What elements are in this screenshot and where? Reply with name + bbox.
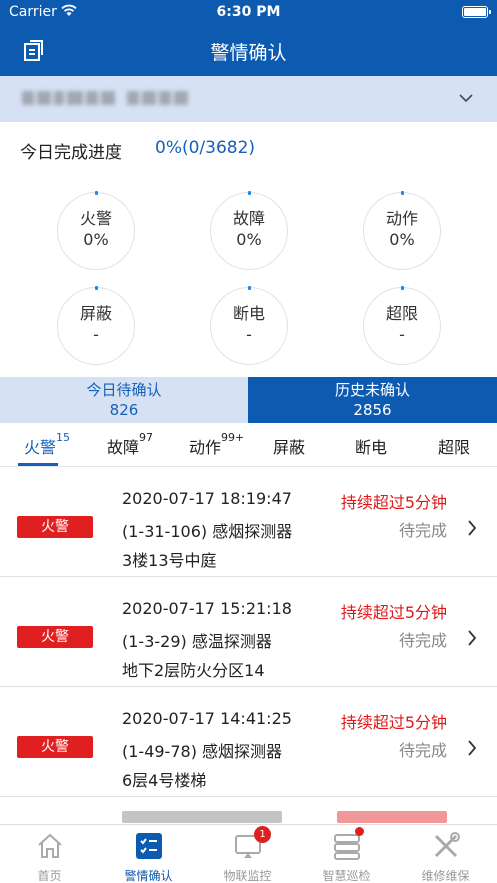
- tab-maintenance[interactable]: 维修维保: [396, 825, 495, 883]
- tab-action[interactable]: 动作99+: [189, 431, 245, 458]
- stat-value: 0%: [83, 230, 109, 249]
- stat-shield[interactable]: 屏蔽 -: [57, 286, 135, 365]
- alarm-item[interactable]: 火警 2020-07-17 14:41:25 (1-49-78) 感烟探测器 6…: [0, 687, 497, 797]
- stat-label: 火警: [79, 209, 112, 228]
- tab-home[interactable]: 首页: [0, 825, 99, 883]
- alarm-overdue: 持续超过5分钟: [340, 713, 447, 732]
- clock: 6:30 PM: [216, 4, 281, 20]
- tab-history-unconfirmed[interactable]: 历史未确认 2856: [248, 377, 497, 423]
- stat-label: 屏蔽: [79, 304, 112, 323]
- alarm-location: 3楼13号中庭: [122, 551, 217, 570]
- alarm-item[interactable]: 火警 2020-07-17 15:21:18 (1-3-29) 感温探测器 地下…: [0, 577, 497, 687]
- clipped-text: [337, 811, 447, 823]
- tab-count: 2856: [353, 401, 392, 419]
- stat-fault[interactable]: 故障 0%: [210, 191, 288, 270]
- battery-icon: [462, 6, 491, 18]
- category-tabs: 火警15 故障97 动作99+ 屏蔽 断电 超限: [0, 423, 497, 467]
- home-icon: [38, 833, 62, 858]
- tab-fault[interactable]: 故障97: [107, 431, 154, 458]
- alarm-location: 6层4号楼梯: [122, 771, 207, 790]
- stat-value: -: [399, 325, 405, 344]
- stat-label: 故障: [232, 209, 265, 228]
- alarm-location: 地下2层防火分区14: [122, 661, 265, 680]
- alarm-overdue: 持续超过5分钟: [340, 603, 447, 622]
- stat-value: -: [246, 325, 252, 344]
- tab-count: 15: [56, 431, 71, 444]
- tab-shield[interactable]: 屏蔽: [273, 434, 305, 458]
- notification-dot: [355, 827, 364, 836]
- stat-value: 0%: [389, 230, 415, 249]
- alarm-time: 2020-07-17 14:41:25: [122, 709, 292, 728]
- clipped-text: [122, 811, 282, 823]
- alarm-item-partial[interactable]: [0, 797, 497, 824]
- alarm-type-badge: 火警: [17, 736, 93, 758]
- stat-label: 超限: [385, 304, 418, 323]
- bottom-tab-bar: 首页 警情确认 1 物联监控 智慧巡检 维修维保: [0, 824, 497, 883]
- stat-value: -: [93, 325, 99, 344]
- stat-power-off[interactable]: 断电 -: [210, 286, 288, 365]
- status-bar: Carrier 6:30 PM: [0, 0, 497, 26]
- tab-label: 物联监控: [223, 869, 272, 883]
- stat-label: 断电: [232, 304, 265, 323]
- confirm-tabs: 今日待确认 826 历史未确认 2856: [0, 377, 497, 423]
- stat-value: 0%: [236, 230, 262, 249]
- alarm-status: 待完成: [398, 521, 447, 540]
- stat-label: 动作: [385, 209, 418, 228]
- tab-alarm-confirm[interactable]: 警情确认: [99, 825, 198, 883]
- tab-label: 历史未确认: [334, 381, 410, 399]
- progress-value: 0%(0/3682): [155, 138, 256, 158]
- alarm-item[interactable]: 火警 2020-07-17 18:19:47 (1-31-106) 感烟探测器 …: [0, 467, 497, 577]
- tab-label: 首页: [37, 869, 62, 883]
- tab-label: 智慧巡检: [322, 869, 371, 883]
- chevron-right-icon[interactable]: [467, 630, 477, 646]
- tab-label: 故障: [107, 438, 140, 457]
- tab-label: 断电: [355, 438, 388, 457]
- tab-count: 97: [139, 431, 154, 444]
- tab-label: 维修维保: [421, 869, 470, 883]
- tab-label: 动作: [189, 438, 222, 457]
- alarm-status: 待完成: [398, 741, 447, 760]
- alarm-type-badge: 火警: [17, 516, 93, 538]
- tab-label: 今日待确认: [86, 381, 162, 399]
- alarm-device: (1-49-78) 感烟探测器: [122, 742, 283, 761]
- tab-count: 826: [109, 401, 139, 419]
- tab-over-limit[interactable]: 超限: [438, 434, 470, 458]
- alarm-device: (1-3-29) 感温探测器: [122, 632, 272, 651]
- tab-iot-monitor[interactable]: 1 物联监控: [198, 825, 297, 883]
- tab-fire[interactable]: 火警15: [24, 431, 71, 458]
- tab-label: 火警: [24, 438, 57, 457]
- alarm-list: 火警 2020-07-17 18:19:47 (1-31-106) 感烟探测器 …: [0, 467, 497, 824]
- page-title: 警情确认: [210, 42, 287, 64]
- tab-label: 屏蔽: [273, 438, 306, 457]
- progress-title: 今日完成进度: [20, 143, 122, 163]
- tab-smart-inspection[interactable]: 智慧巡检: [297, 825, 396, 883]
- alarm-type-badge: 火警: [17, 626, 93, 648]
- tab-label: 警情确认: [124, 869, 173, 883]
- notification-badge: 1: [254, 826, 271, 843]
- tab-today-pending[interactable]: 今日待确认 826: [0, 377, 248, 423]
- building-selector[interactable]: [0, 76, 497, 122]
- alarm-status: 待完成: [398, 631, 447, 650]
- chevron-right-icon[interactable]: [467, 740, 477, 756]
- redacted-building-name: [22, 87, 194, 109]
- chevron-down-icon[interactable]: [459, 91, 473, 105]
- stat-over-limit[interactable]: 超限 -: [363, 286, 441, 365]
- nav-bar: 警情确认: [0, 26, 497, 76]
- alarm-time: 2020-07-17 15:21:18: [122, 599, 292, 618]
- tools-icon: [434, 832, 460, 858]
- checklist-icon: [136, 833, 162, 859]
- stat-fire[interactable]: 火警 0%: [57, 191, 135, 270]
- alarm-overdue: 持续超过5分钟: [340, 493, 447, 512]
- tab-label: 超限: [438, 438, 471, 457]
- alarm-device: (1-31-106) 感烟探测器: [122, 522, 293, 541]
- tab-power-off[interactable]: 断电: [355, 434, 387, 458]
- alarm-time: 2020-07-17 18:19:47: [122, 489, 292, 508]
- chevron-right-icon[interactable]: [467, 520, 477, 536]
- active-tab-indicator: [18, 463, 58, 466]
- stat-action[interactable]: 动作 0%: [363, 191, 441, 270]
- tab-count: 99+: [221, 431, 245, 444]
